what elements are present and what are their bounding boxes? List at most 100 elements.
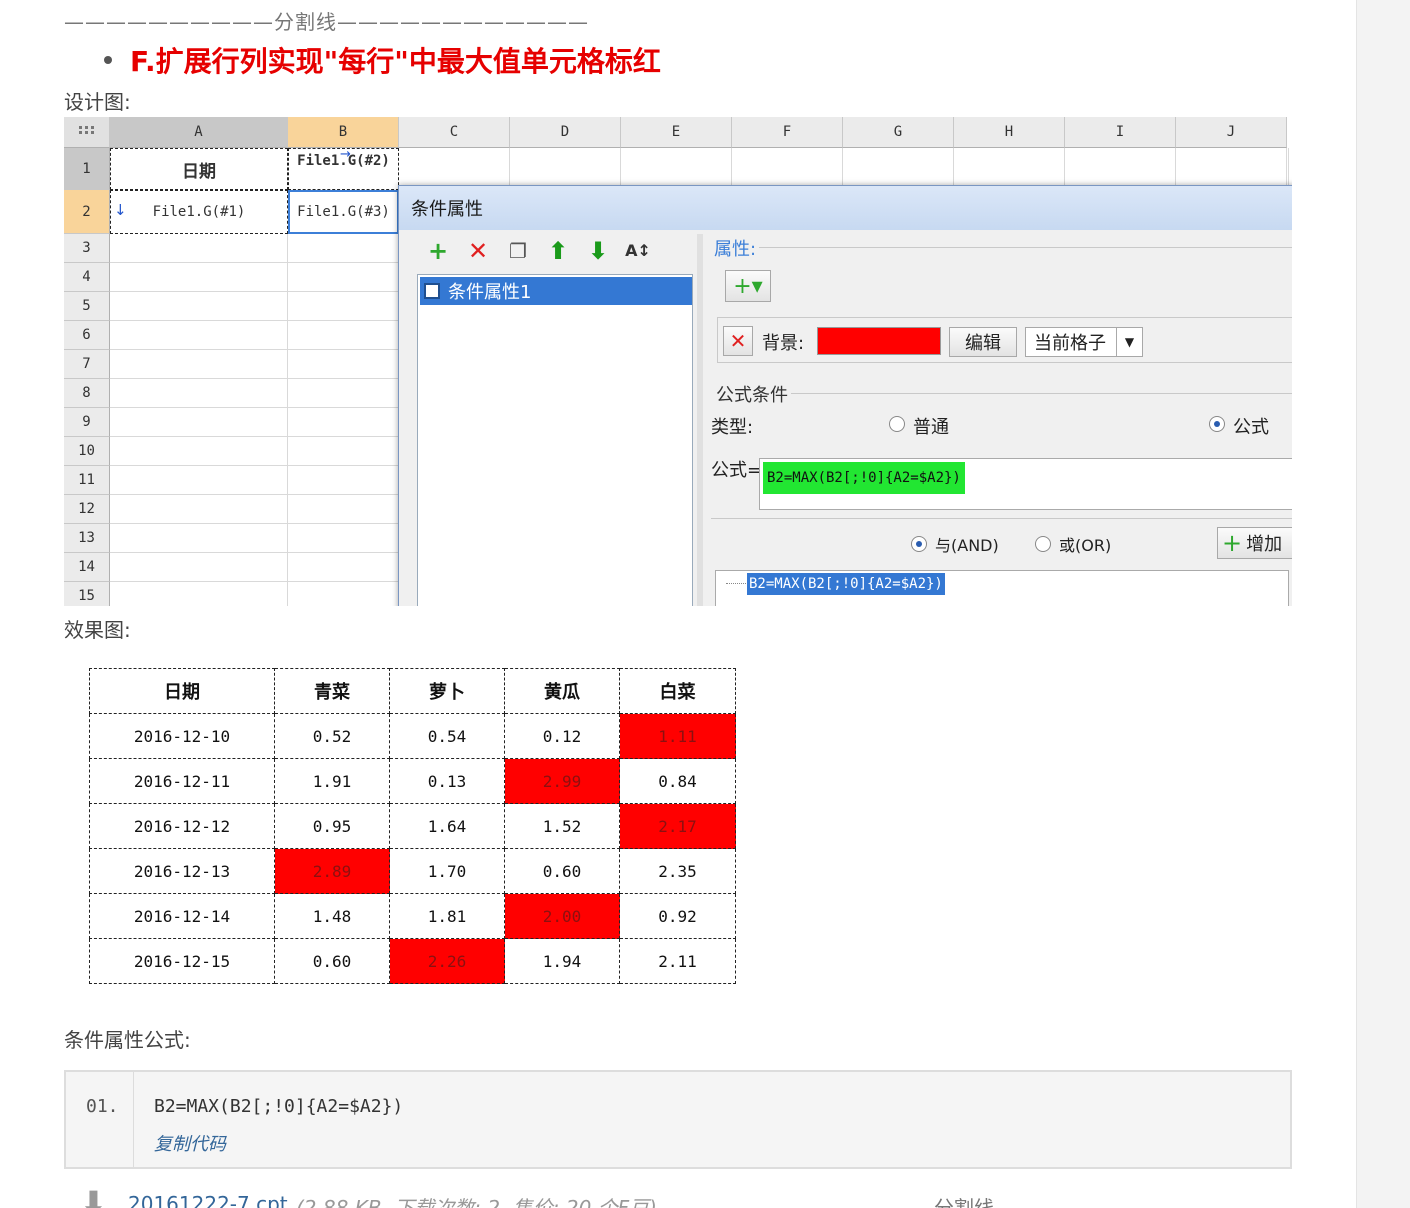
- expand-right-icon: →: [340, 147, 351, 162]
- add-attribute-button[interactable]: +▾: [725, 270, 771, 302]
- cell-a2[interactable]: File1.G(#1): [110, 190, 288, 234]
- max-value-cell: 2.26: [389, 938, 505, 984]
- scope-select[interactable]: 当前格子 ▼: [1025, 327, 1143, 357]
- grid-icon: [64, 117, 110, 148]
- row-header-2[interactable]: 2: [64, 190, 110, 234]
- table-cell: 1.81: [389, 893, 505, 939]
- table-cell: 1.64: [389, 803, 505, 849]
- chevron-down-icon[interactable]: ▼: [1116, 328, 1142, 356]
- splitter[interactable]: [697, 234, 703, 606]
- table-row: 2016-12-10 0.52 0.54 0.12 1.11: [89, 713, 736, 759]
- condition-list[interactable]: 条件属性1: [417, 274, 693, 606]
- divider-line-bottom: 分割线: [934, 1196, 994, 1208]
- sort-icon[interactable]: A↕: [625, 238, 651, 264]
- result-table: 日期 青菜 萝卜 黄瓜 白菜 2016-12-10 0.52 0.54 0.12…: [89, 668, 736, 984]
- table-cell: 1.70: [389, 848, 505, 894]
- type-label: 类型:: [711, 417, 754, 438]
- table-row: 2016-12-13 2.89 1.70 0.60 2.35: [89, 848, 736, 894]
- type-formula-label: 公式: [1233, 417, 1269, 438]
- move-up-icon[interactable]: ⬆: [545, 238, 571, 264]
- background-label: 背景:: [762, 333, 805, 354]
- table-row: 2016-12-15 0.60 2.26 1.94 2.11: [89, 938, 736, 984]
- row-header-13[interactable]: 13: [64, 524, 110, 553]
- col-header-a[interactable]: A: [110, 117, 288, 148]
- row-header-1[interactable]: 1: [64, 148, 110, 190]
- list-item-label: 条件属性1: [448, 282, 532, 303]
- attr-group-line: [711, 247, 1292, 248]
- table-cell: 0.52: [274, 713, 390, 759]
- remove-background-button[interactable]: ✕: [723, 326, 753, 356]
- col-header-f[interactable]: F: [732, 117, 843, 148]
- condition-tree[interactable]: B2=MAX(B2[;!0]{A2=$A2}): [715, 570, 1289, 606]
- dialog-title: 条件属性: [399, 186, 1292, 230]
- or-radio[interactable]: [1035, 536, 1051, 552]
- row-header-3[interactable]: 3: [64, 234, 110, 263]
- plus-icon: +: [1222, 529, 1243, 557]
- table-cell: 2.35: [619, 848, 736, 894]
- row-header-5[interactable]: 5: [64, 292, 110, 321]
- column-a-empty-cells[interactable]: [110, 234, 288, 606]
- copy-icon[interactable]: ❐: [505, 238, 531, 264]
- scope-select-value: 当前格子: [1034, 333, 1106, 354]
- cell-a1[interactable]: 日期: [110, 148, 288, 190]
- table-header-row: 日期 青菜 萝卜 黄瓜 白菜: [89, 668, 736, 714]
- delete-icon[interactable]: ✕: [465, 238, 491, 264]
- col-header-h[interactable]: H: [954, 117, 1065, 148]
- list-item-condition-1[interactable]: 条件属性1: [420, 277, 692, 305]
- row-1-empty-cells[interactable]: [399, 148, 1289, 190]
- condition-item-icon: [424, 283, 440, 299]
- row-header-7[interactable]: 7: [64, 350, 110, 379]
- max-value-cell: 2.17: [619, 803, 736, 849]
- formula-label: 公式=: [711, 460, 763, 481]
- formula-input[interactable]: B2=MAX(B2[;!0]{A2=$A2}): [759, 458, 1292, 510]
- code-block: 01. B2=MAX(B2[;!0]{A2=$A2}) 复制代码: [64, 1070, 1292, 1169]
- move-down-icon[interactable]: ⬇: [585, 238, 611, 264]
- table-cell: 0.60: [504, 848, 620, 894]
- formula-group-line: [713, 393, 1292, 394]
- col-header-i[interactable]: I: [1065, 117, 1176, 148]
- row-header-8[interactable]: 8: [64, 379, 110, 408]
- add-icon[interactable]: +: [425, 238, 451, 264]
- edit-button[interactable]: 编辑: [949, 327, 1017, 357]
- formula-group-title: 公式条件: [713, 381, 791, 407]
- col-header-d[interactable]: D: [510, 117, 621, 148]
- and-radio[interactable]: [911, 536, 927, 552]
- col-header-j[interactable]: J: [1176, 117, 1287, 148]
- and-label: 与(AND): [935, 536, 999, 555]
- row-header-15[interactable]: 15: [64, 582, 110, 606]
- type-normal-label: 普通: [913, 417, 949, 438]
- row-header-6[interactable]: 6: [64, 321, 110, 350]
- table-cell: 1.52: [504, 803, 620, 849]
- col-header-c[interactable]: C: [399, 117, 510, 148]
- row-header-12[interactable]: 12: [64, 495, 110, 524]
- type-normal-radio[interactable]: [889, 416, 905, 432]
- max-value-cell: 2.00: [504, 893, 620, 939]
- row-header-14[interactable]: 14: [64, 553, 110, 582]
- row-header-9[interactable]: 9: [64, 408, 110, 437]
- copy-code-link[interactable]: 复制代码: [154, 1130, 226, 1156]
- row-header-10[interactable]: 10: [64, 437, 110, 466]
- effect-label: 效果图:: [64, 618, 131, 642]
- table-cell: 2.11: [619, 938, 736, 984]
- add-condition-label: 增加: [1246, 534, 1283, 555]
- col-header-g[interactable]: G: [843, 117, 954, 148]
- background-color-swatch[interactable]: [817, 327, 941, 355]
- header-baicai: 白菜: [619, 668, 736, 714]
- tree-node[interactable]: B2=MAX(B2[;!0]{A2=$A2}): [747, 573, 945, 595]
- add-condition-button[interactable]: + 增加: [1217, 527, 1292, 559]
- attachment-link[interactable]: 20161222-7.cpt: [128, 1192, 288, 1208]
- table-cell: 2016-12-14: [89, 893, 275, 939]
- col-header-e[interactable]: E: [621, 117, 732, 148]
- attachment-icon: ⬇: [80, 1184, 107, 1208]
- row-header-11[interactable]: 11: [64, 466, 110, 495]
- column-b-empty-cells[interactable]: [288, 234, 399, 606]
- cell-b2[interactable]: File1.G(#3): [288, 190, 399, 234]
- table-cell: 2016-12-10: [89, 713, 275, 759]
- table-row: 2016-12-14 1.48 1.81 2.00 0.92: [89, 893, 736, 939]
- logic-divider: [711, 518, 1292, 519]
- row-header-4[interactable]: 4: [64, 263, 110, 292]
- type-formula-radio[interactable]: [1209, 416, 1225, 432]
- table-cell: 1.91: [274, 758, 390, 804]
- col-header-b[interactable]: B: [288, 117, 399, 148]
- table-cell: 0.92: [619, 893, 736, 939]
